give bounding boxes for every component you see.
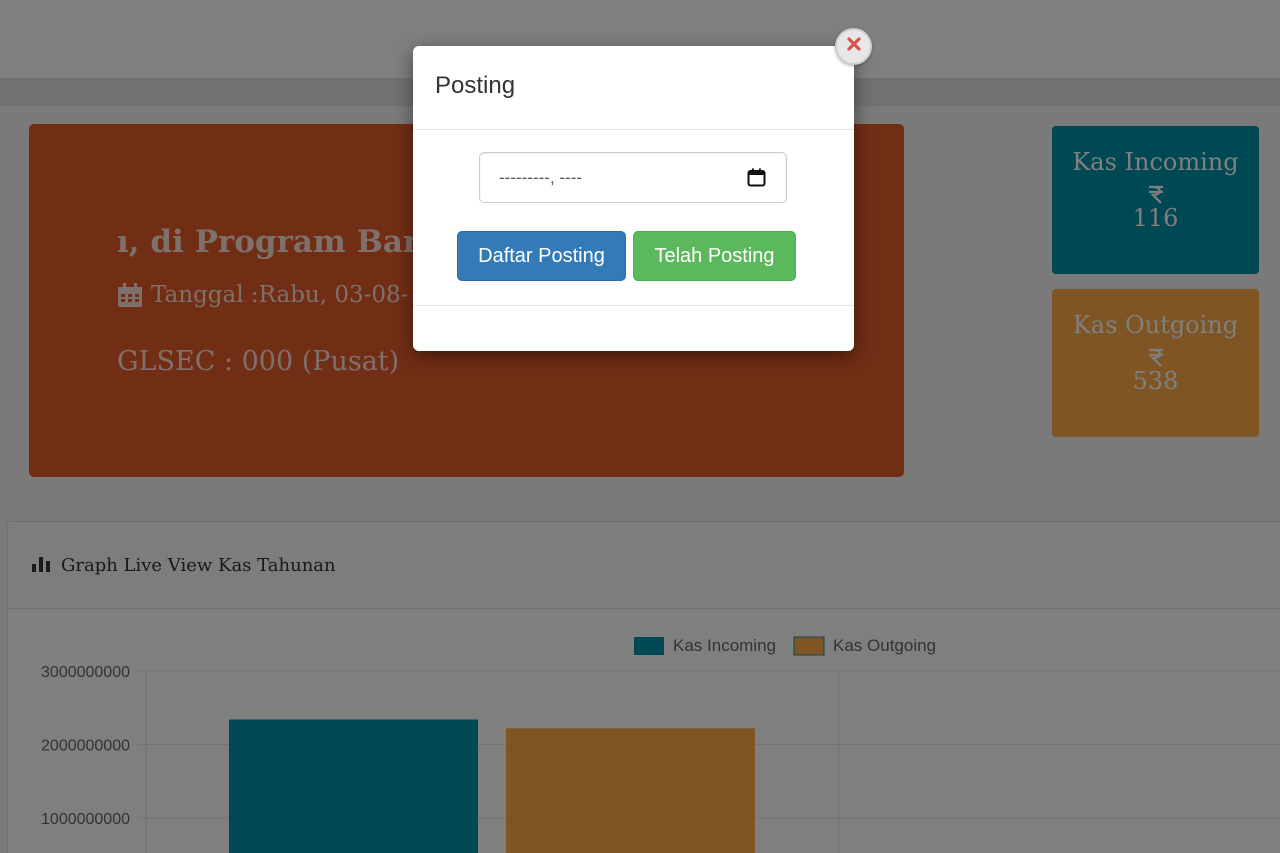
modal-title: Posting	[435, 72, 516, 99]
posting-date-input[interactable]: ---------, ----	[479, 152, 787, 203]
date-input-placeholder: ---------, ----	[499, 167, 583, 187]
telah-posting-button[interactable]: Telah Posting	[633, 231, 796, 281]
calendar-picker-icon[interactable]	[747, 168, 766, 187]
daftar-posting-button[interactable]: Daftar Posting	[457, 231, 626, 281]
modal-header: Posting	[413, 46, 854, 130]
close-icon	[846, 36, 862, 57]
posting-modal: Posting ---------, ---- Daftar Posting T…	[413, 46, 854, 351]
modal-close-button[interactable]	[835, 28, 872, 65]
modal-body: ---------, ---- Daftar Posting Telah Pos…	[413, 130, 854, 306]
